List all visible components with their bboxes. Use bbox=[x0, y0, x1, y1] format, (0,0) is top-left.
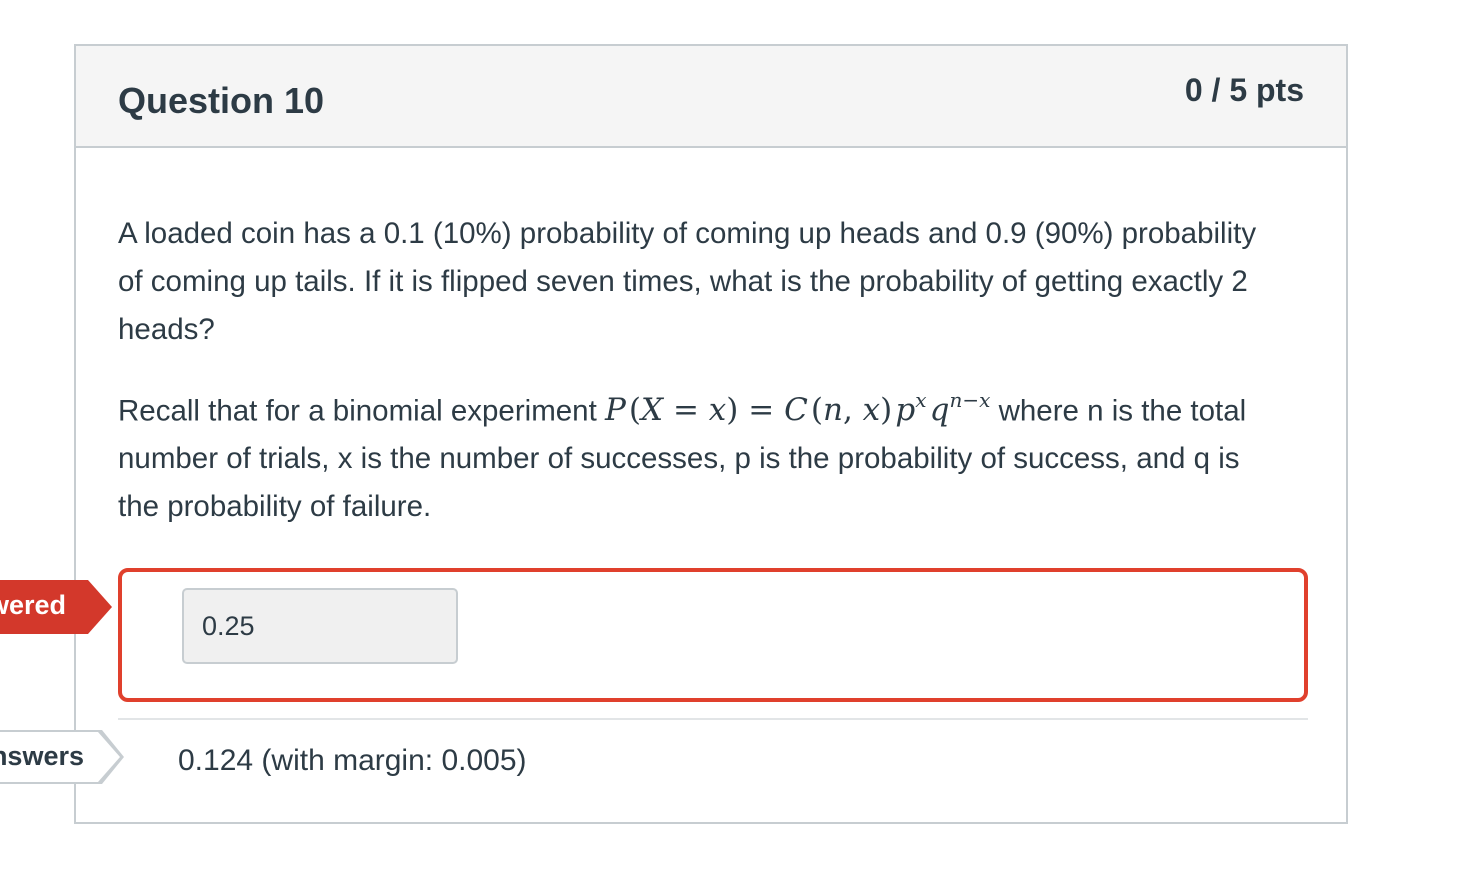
question-text: A loaded coin has a 0.1 (10%) probabilit… bbox=[118, 210, 1278, 531]
question-paragraph: A loaded coin has a 0.1 (10%) probabilit… bbox=[118, 217, 1257, 346]
correct-answer-text: 0.124 (with margin: 0.005) bbox=[178, 744, 527, 777]
formula-paragraph: Recall that for a binomial experiment P … bbox=[118, 378, 1278, 531]
question-header: Question 10 0 / 5 pts bbox=[76, 46, 1346, 148]
question-card: Question 10 0 / 5 pts A loaded coin has … bbox=[74, 44, 1348, 824]
you-answered-label: wered bbox=[0, 590, 66, 620]
formula-lead-text: Recall that for a binomial experiment bbox=[118, 394, 605, 428]
user-answer-box: 0.25 bbox=[118, 568, 1308, 702]
correct-answers-flag-fill: nswers bbox=[0, 732, 120, 782]
divider bbox=[118, 718, 1308, 720]
question-points: 0 / 5 pts bbox=[1184, 72, 1304, 108]
question-title: Question 10 bbox=[118, 80, 325, 121]
correct-answers-flag: nswers bbox=[0, 730, 124, 784]
correct-answers-label: nswers bbox=[0, 741, 84, 771]
answer-input[interactable]: 0.25 bbox=[182, 588, 458, 664]
binomial-formula: P (X = x) = C (n, x) px qn−x bbox=[604, 388, 991, 429]
